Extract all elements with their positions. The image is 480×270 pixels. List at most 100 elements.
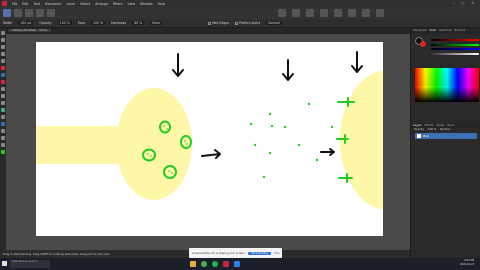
windows-start-icon[interactable] <box>2 261 7 266</box>
eraser-icon[interactable] <box>1 80 5 84</box>
width-field[interactable]: 100 px <box>18 21 34 25</box>
opacity-slider[interactable] <box>431 52 479 55</box>
tab-swatches[interactable]: Swatches <box>439 29 451 33</box>
flow-label: Flow <box>77 21 85 25</box>
more-button[interactable]: More <box>150 21 163 25</box>
taskbar-apps <box>190 261 240 267</box>
layer-thumbnail <box>417 134 421 138</box>
flow-field[interactable]: 100 % <box>90 21 106 25</box>
drawing <box>36 51 383 210</box>
wet-edges-checkbox[interactable]: Wet Edges <box>208 21 229 25</box>
color-swatch-icon[interactable] <box>415 37 427 49</box>
auto-colors-icon[interactable] <box>306 9 314 17</box>
auto-levels-icon[interactable] <box>278 9 286 17</box>
selection-brush-icon[interactable] <box>1 45 5 49</box>
color-picker-icon[interactable] <box>1 66 5 70</box>
dodge-tool-icon[interactable] <box>1 94 5 98</box>
checkbox-icon <box>208 21 212 25</box>
menu-layer[interactable]: Layer <box>67 2 76 6</box>
primary-color-swatch[interactable] <box>1 150 5 154</box>
hand-tool-icon[interactable] <box>1 136 5 140</box>
menu-window[interactable]: Window <box>140 2 153 6</box>
minimize-button[interactable]: – <box>453 1 455 5</box>
clone-tool-icon[interactable] <box>1 101 5 105</box>
persona-tonemap-icon[interactable] <box>36 9 44 17</box>
protect-alpha-checkbox[interactable]: Protect Alpha <box>234 21 261 25</box>
paint-brush-icon[interactable] <box>1 73 5 77</box>
tab-brushes[interactable]: Brushes <box>455 29 465 33</box>
fill-tool-icon[interactable] <box>1 87 5 91</box>
search-placeholder: Type here to search <box>12 260 38 263</box>
tab-styles[interactable]: Styles <box>436 124 444 127</box>
screen-share-banner: screencastify.com is sharing your screen… <box>189 248 282 258</box>
taskbar-search[interactable]: Type here to search <box>10 260 50 268</box>
opacity-field[interactable]: 100 % <box>57 21 72 25</box>
shape-tool-icon[interactable] <box>1 122 5 126</box>
menu-arrange[interactable]: Arrange <box>95 2 108 6</box>
document-tab[interactable]: Untitled (Modified) – 50.0% <box>8 29 52 32</box>
zoom-tool-icon[interactable] <box>1 143 5 147</box>
pen-tool-icon[interactable] <box>1 115 5 119</box>
menu-document[interactable]: Document <box>45 2 62 6</box>
close-button[interactable]: ✕ <box>471 1 474 5</box>
taskbar: Type here to search 6:02 PM 2022-01-23 <box>0 258 480 270</box>
protect-alpha-label: Protect Alpha <box>238 21 261 25</box>
menu-text[interactable]: Text <box>34 2 40 6</box>
text-tool-icon[interactable] <box>1 129 5 133</box>
width-label: Width <box>3 21 13 25</box>
menu-view[interactable]: View <box>128 2 136 6</box>
hide-button[interactable]: Hide <box>274 252 280 255</box>
marquee-tool-icon[interactable] <box>1 59 5 63</box>
clock[interactable]: 6:02 PM 2022-01-23 <box>460 259 474 267</box>
green-slider[interactable] <box>431 43 479 46</box>
persona-develop-icon[interactable] <box>25 9 33 17</box>
layer-row[interactable]: Pixel <box>415 133 477 139</box>
blend-mode-select[interactable]: Normal <box>266 21 282 25</box>
document-canvas[interactable] <box>36 42 383 236</box>
chrome-icon[interactable] <box>201 261 207 267</box>
window-controls: – □ ✕ <box>447 0 480 6</box>
tab-color[interactable]: Color <box>429 29 436 33</box>
persona-export-icon[interactable] <box>47 9 55 17</box>
crop-tool-icon[interactable] <box>1 38 5 42</box>
blue-slider[interactable] <box>431 48 479 50</box>
hardness-field[interactable]: 80 % <box>132 21 145 25</box>
persona-liquify-icon[interactable] <box>14 9 22 17</box>
move-tool-icon[interactable] <box>1 31 5 35</box>
selection-icon[interactable] <box>362 9 370 17</box>
menu-edit[interactable]: Edit <box>22 2 28 6</box>
persona-photo-icon[interactable] <box>3 9 11 17</box>
menu-help[interactable]: Help <box>158 2 165 6</box>
menu-file[interactable]: File <box>12 2 17 6</box>
color-spectrum[interactable] <box>415 68 479 86</box>
maximize-button[interactable]: □ <box>461 1 464 5</box>
file-explorer-icon[interactable] <box>190 261 196 267</box>
affinity-photo-icon[interactable] <box>223 261 229 267</box>
auto-wb-icon[interactable] <box>320 9 328 17</box>
panel-tabs: Histogram Color Swatches Brushes <box>411 28 480 34</box>
flood-select-icon[interactable] <box>1 52 5 56</box>
vscode-icon[interactable] <box>234 261 240 267</box>
menu-select[interactable]: Select <box>80 2 90 6</box>
red-slider[interactable] <box>431 39 479 41</box>
stop-sharing-button[interactable]: Stop sharing <box>248 251 271 255</box>
tab-stock[interactable]: Stock <box>447 124 454 127</box>
menu-bar: File Edit Text Document Layer Select Arr… <box>12 2 165 6</box>
title-bar: File Edit Text Document Layer Select Arr… <box>0 0 480 7</box>
menu-filters[interactable]: Filters <box>113 2 123 6</box>
quick-mask-icon[interactable] <box>376 9 384 17</box>
snapping-icon[interactable] <box>334 9 342 17</box>
tab-histogram[interactable]: Histogram <box>413 29 426 33</box>
app-logo-icon <box>2 1 7 6</box>
toolbar-actions <box>275 9 384 17</box>
auto-contrast-icon[interactable] <box>292 9 300 17</box>
clock-date: 2022-01-23 <box>460 263 474 266</box>
layer-name: Pixel <box>423 134 429 138</box>
arrows <box>172 51 363 159</box>
color-spectrum-dark[interactable] <box>415 86 479 102</box>
blur-tool-icon[interactable] <box>1 108 5 112</box>
arrange-icon[interactable] <box>348 9 356 17</box>
tab-effects[interactable]: Effects <box>425 124 434 127</box>
tab-layers[interactable]: Layers <box>413 124 422 127</box>
spotify-icon[interactable] <box>212 261 218 267</box>
